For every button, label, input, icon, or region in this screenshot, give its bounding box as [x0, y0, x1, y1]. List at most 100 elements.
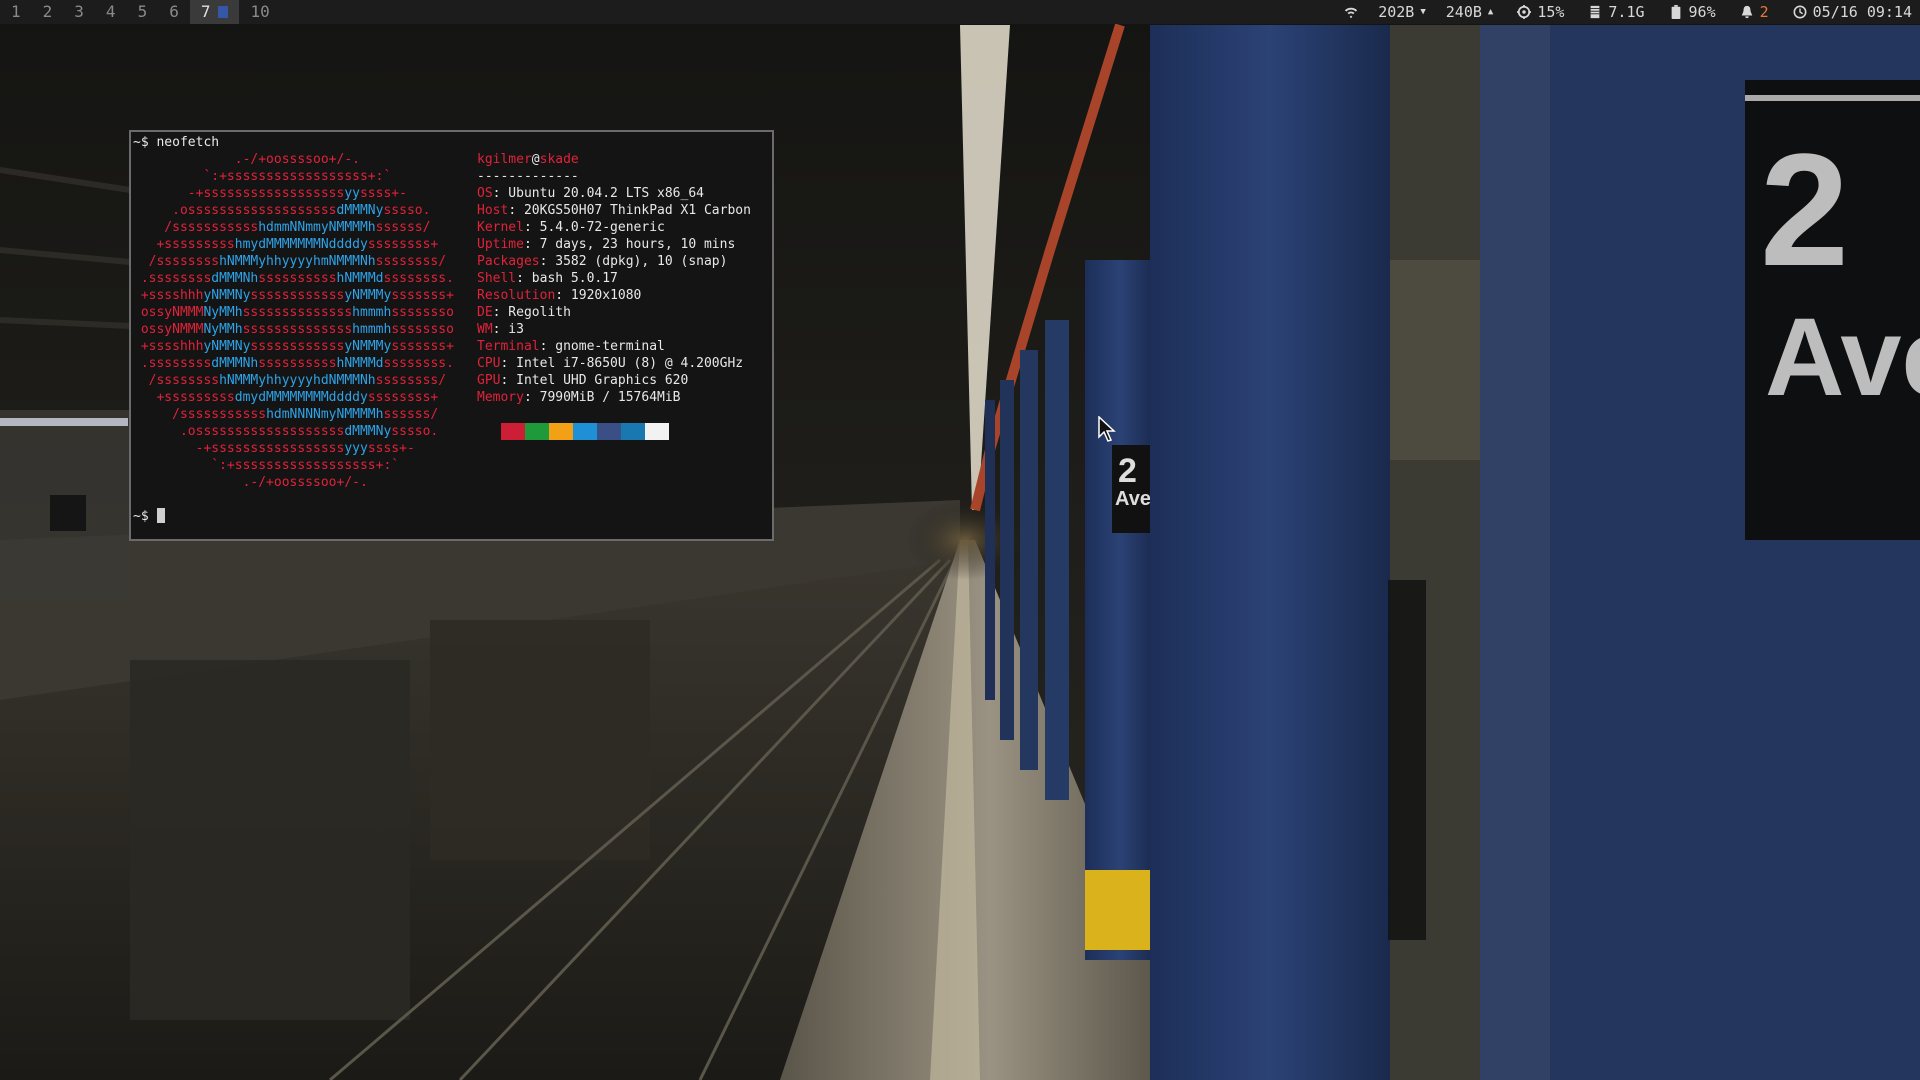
logo-line: .-/+oossssoo+/-. [133, 475, 368, 490]
net-down-arrow-icon: ▼ [1420, 7, 1426, 17]
info-label: Packages [477, 254, 540, 269]
bell-icon [1741, 5, 1752, 19]
info-row: Memory: 7990MiB / 15764MiB [477, 389, 751, 406]
info-value: : 3582 (dpkg), 10 (snap) [539, 254, 728, 269]
workspace-4[interactable]: 4 [95, 0, 127, 24]
datetime: 05/16 09:14 [1812, 3, 1912, 21]
logo-line: ossyNMMMNyMMhsssssssssssssshmmmhssssssso [133, 305, 454, 320]
window-indicator-icon [218, 6, 229, 18]
info-value: : bash 5.0.17 [516, 271, 618, 286]
info-row: WM: i3 [477, 321, 751, 338]
workspace-6[interactable]: 6 [158, 0, 190, 24]
clock-icon [1793, 5, 1807, 19]
info-value: : Intel i7-8650U (8) @ 4.200GHz [500, 356, 744, 371]
battery-value: 96% [1688, 3, 1716, 21]
palette-swatch [573, 423, 597, 440]
battery-icon [1671, 5, 1680, 19]
info-label: DE [477, 305, 493, 320]
workspace-3[interactable]: 3 [63, 0, 95, 24]
info-value: : Ubuntu 20.04.2 LTS x86_64 [492, 186, 704, 201]
workspace-1[interactable]: 1 [0, 0, 32, 24]
username: kgilmer [477, 152, 532, 167]
info-value: : 5.4.0-72-generic [523, 220, 665, 235]
palette-swatch [597, 423, 621, 440]
palette-swatch [621, 423, 645, 440]
palette-swatch [501, 423, 525, 440]
palette-swatch [549, 423, 573, 440]
info-value: : 7990MiB / 15764MiB [523, 390, 681, 405]
top-bar: 1 2 3 4 5 6 7 10 202B ▼ 240B ▲ 15% 7.1G … [0, 0, 1920, 24]
logo-line: +sssshhhyNMMNyssssssssssssyNMMMysssssss+ [133, 288, 454, 303]
memory-status[interactable]: 7.1G [1588, 0, 1645, 24]
command: neofetch [156, 135, 220, 150]
sign-small-number: 2 [1118, 452, 1137, 490]
info-value: : 20KGS50H07 ThinkPad X1 Carbon [508, 203, 751, 218]
net-down-value: 202B [1378, 3, 1415, 21]
info-row: GPU: Intel UHD Graphics 620 [477, 372, 751, 389]
sign-large-text: Ave [1765, 296, 1920, 419]
info-label: Shell [477, 271, 517, 286]
logo-line: /sssssssshNMMMyhhyyyyhdNMMMNhssssssss/ [133, 373, 447, 388]
battery-status[interactable]: 96% [1669, 0, 1716, 24]
status-bar: 202B ▼ 240B ▲ 15% 7.1G 96% 2 05/16 09:14 [1344, 0, 1912, 24]
info-row: Terminal: gnome-terminal [477, 338, 751, 355]
info-label: GPU [477, 373, 501, 388]
info-value: : Intel UHD Graphics 620 [500, 373, 689, 388]
info-row: Uptime: 7 days, 23 hours, 10 mins [477, 236, 751, 253]
network-status[interactable]: 202B ▼ 240B ▲ [1344, 0, 1493, 24]
logo-line: -+ssssssssssssssssssyyssss+- [133, 186, 407, 201]
workspace-2[interactable]: 2 [32, 0, 64, 24]
system-info: kgilmer@skade ------------- OS: Ubuntu 2… [477, 151, 751, 406]
workspace-switcher: 1 2 3 4 5 6 7 10 [0, 0, 281, 24]
clock-status[interactable]: 05/16 09:14 [1793, 0, 1912, 24]
info-row: Packages: 3582 (dpkg), 10 (snap) [477, 253, 751, 270]
workspace-10[interactable]: 10 [239, 0, 280, 24]
info-rows: OS: Ubuntu 20.04.2 LTS x86_64 Host: 20KGS… [477, 185, 751, 406]
logo-line: .-/+oossssoo+/-. [133, 152, 360, 167]
info-label: WM [477, 322, 493, 337]
info-label: OS [477, 186, 493, 201]
net-up-value: 240B [1445, 3, 1482, 21]
logo-line: +sssshhhyNMMNyssssssssssssyNMMMysssssss+ [133, 339, 454, 354]
logo-line: +ssssssssshmydMMMMMMMNddddyssssssss+ [133, 237, 439, 252]
info-row: Shell: bash 5.0.17 [477, 270, 751, 287]
separator: ------------- [477, 169, 579, 184]
logo-line: .osssssssssssssssssssdMMMNysssso. [133, 424, 439, 439]
terminal-window[interactable]: ~$ neofetch .-/+oossssoo+/-. `:+ssssssss… [129, 130, 774, 541]
info-row: Host: 20KGS50H07 ThinkPad X1 Carbon [477, 202, 751, 219]
cpu-value: 15% [1537, 3, 1565, 21]
workspace-5[interactable]: 5 [127, 0, 159, 24]
info-value: : gnome-terminal [539, 339, 665, 354]
cpu-icon [1517, 5, 1532, 19]
memory-value: 7.1G [1608, 3, 1645, 21]
logo-line: ossyNMMMNyMMhsssssssssssssshmmmhssssssso [133, 322, 454, 337]
palette-swatch [645, 423, 669, 440]
workspace-7[interactable]: 7 [189, 0, 240, 24]
logo-line: +sssssssssdmydMMMMMMMMddddyssssssss+ [133, 390, 439, 405]
info-row: DE: Regolith [477, 304, 751, 321]
info-row: Kernel: 5.4.0-72-generic [477, 219, 751, 236]
notification-count: 2 [1759, 3, 1769, 21]
text-cursor [156, 508, 165, 523]
cpu-status[interactable]: 15% [1517, 0, 1564, 24]
active-prompt[interactable]: ~$ [133, 508, 165, 525]
info-row: Resolution: 1920x1080 [477, 287, 751, 304]
info-label: Terminal [477, 339, 540, 354]
command-line: ~$ neofetch [133, 134, 770, 151]
logo-line: .ssssssssdMMMNhsssssssssshNMMMdssssssss. [133, 356, 454, 371]
notification-status[interactable]: 2 [1740, 0, 1769, 24]
info-label: CPU [477, 356, 501, 371]
logo-line: /ssssssssssshdmNNNNmyNMMMMhssssss/ [133, 407, 439, 422]
ubuntu-ascii-logo: .-/+oossssoo+/-. `:+ssssssssssssssssss+:… [133, 151, 454, 491]
info-row: OS: Ubuntu 20.04.2 LTS x86_64 [477, 185, 751, 202]
logo-line: /ssssssssssshdmmNNmmyNMMMMhssssss/ [133, 220, 431, 235]
logo-line: /sssssssshNMMMyhhyyyyhmNMMMNhssssssss/ [133, 254, 447, 269]
color-palette [501, 423, 669, 440]
at-sign: @ [531, 152, 540, 167]
info-label: Host [477, 203, 509, 218]
info-value: : 1920x1080 [555, 288, 642, 303]
sign-large-number: 2 [1760, 120, 1849, 299]
wifi-icon [1345, 7, 1358, 19]
sign-small-text: Ave [1115, 488, 1151, 510]
logo-line: .osssssssssssssssssssdMMMNysssso. [133, 203, 431, 218]
